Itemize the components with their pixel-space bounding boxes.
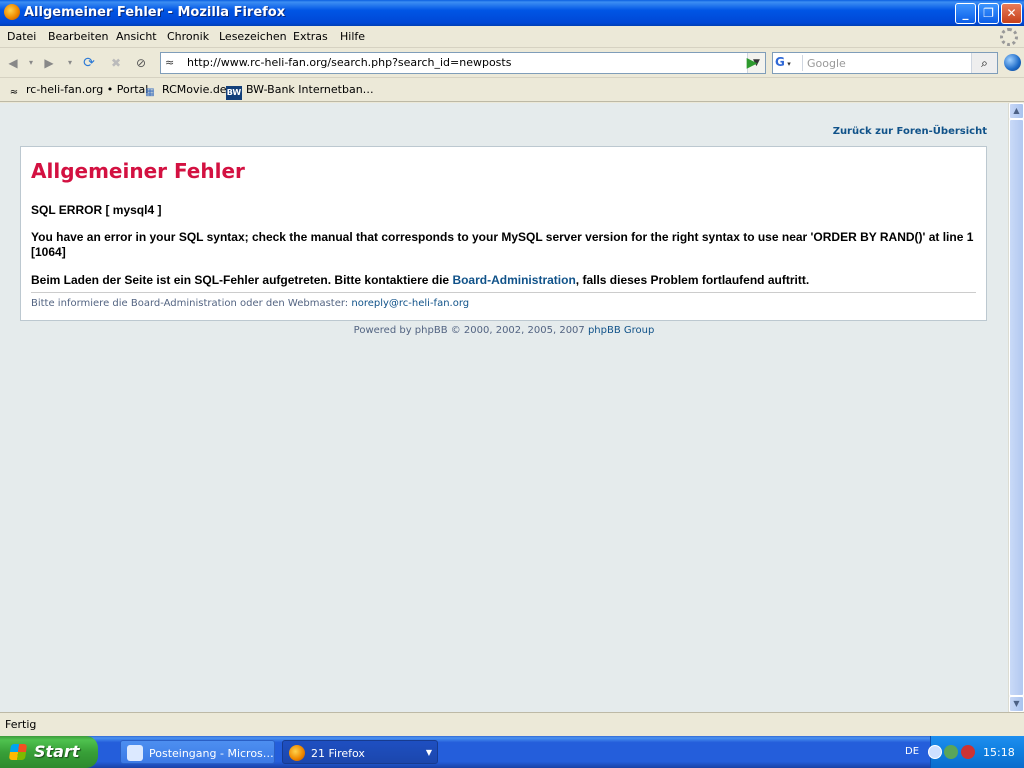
- heli-icon: ≈: [9, 87, 19, 98]
- menu-ansicht[interactable]: Ansicht: [116, 30, 157, 43]
- start-button[interactable]: Start: [0, 736, 98, 768]
- menu-lesezeichen[interactable]: Lesezeichen: [219, 30, 287, 43]
- close-button[interactable]: ✕: [1001, 3, 1022, 24]
- navigation-toolbar: ◀ ▾ ▶ ▾ ⟳ ✖ ⊘ ≈ http://www.rc-heli-fan.o…: [0, 49, 1024, 78]
- group-dropdown-icon[interactable]: ▼: [426, 748, 432, 757]
- error-panel: Allgemeiner Fehler SQL ERROR [ mysql4 ] …: [20, 146, 987, 321]
- phpbb-link[interactable]: phpBB Group: [588, 325, 654, 336]
- search-engine-icon[interactable]: G ▾: [775, 55, 803, 71]
- status-text: Fertig: [5, 718, 37, 731]
- system-tray: DE 15:18: [905, 736, 1024, 768]
- scroll-thumb[interactable]: [1009, 119, 1024, 696]
- search-icon[interactable]: ⌕: [971, 53, 997, 73]
- clock: 15:18: [983, 746, 1015, 759]
- menu-bearbeiten[interactable]: Bearbeiten: [48, 30, 108, 43]
- bookmark-rcmovie[interactable]: ▦ RCMovie.de: [142, 83, 226, 101]
- search-box[interactable]: G ▾ Google ⌕: [772, 52, 998, 74]
- scroll-up-icon[interactable]: ▲: [1009, 103, 1024, 119]
- home-icon[interactable]: ⊘: [132, 54, 150, 72]
- forward-history-icon[interactable]: ▾: [61, 54, 79, 72]
- page-title: Allgemeiner Fehler: [31, 159, 245, 183]
- site-favicon-icon: ≈: [165, 56, 175, 69]
- board-admin-link[interactable]: Board-Administration: [452, 273, 575, 287]
- firefox-icon[interactable]: [4, 4, 20, 20]
- error-message: You have an error in your SQL syntax; ch…: [31, 230, 974, 259]
- email-link[interactable]: noreply@rc-heli-fan.org: [351, 298, 469, 309]
- divider: [31, 292, 976, 293]
- bw-bank-icon: BW: [226, 86, 242, 100]
- menu-bar: Datei Bearbeiten Ansicht Chronik Lesezei…: [0, 26, 1024, 48]
- menu-hilfe[interactable]: Hilfe: [340, 30, 365, 43]
- windows-logo-icon: [8, 744, 28, 760]
- search-input[interactable]: Google: [807, 57, 846, 70]
- task-outlook[interactable]: Posteingang - Micros…: [120, 740, 275, 764]
- forward-icon[interactable]: ▶: [40, 54, 58, 72]
- restore-button[interactable]: ❐: [978, 3, 999, 24]
- network-icon[interactable]: [944, 745, 958, 759]
- clapper-icon: ▦: [145, 87, 155, 98]
- back-history-icon[interactable]: ▾: [22, 54, 40, 72]
- back-icon[interactable]: ◀: [4, 54, 22, 72]
- page-content: Zurück zur Foren-Übersicht Allgemeiner F…: [0, 103, 1008, 712]
- title-bar[interactable]: Allgemeiner Fehler - Mozilla Firefox _ ❐…: [0, 0, 1024, 26]
- task-firefox[interactable]: 21 Firefox ▼: [282, 740, 438, 764]
- globe-icon[interactable]: [1004, 54, 1021, 71]
- stop-icon[interactable]: ✖: [107, 54, 125, 72]
- tray-arrow-icon[interactable]: [928, 745, 942, 759]
- scroll-down-icon[interactable]: ▼: [1009, 696, 1024, 712]
- security-icon[interactable]: [961, 745, 975, 759]
- firefox-icon: [289, 745, 305, 761]
- firefox-window: Allgemeiner Fehler - Mozilla Firefox _ ❐…: [0, 0, 1024, 736]
- webmaster-note: Bitte informiere die Board-Administratio…: [31, 298, 470, 309]
- menu-datei[interactable]: Datei: [7, 30, 36, 43]
- back-to-index-link[interactable]: Zurück zur Foren-Übersicht: [833, 126, 987, 137]
- footer-powered-by: Powered by phpBB © 2000, 2002, 2005, 200…: [353, 325, 655, 336]
- bookmarks-toolbar: ≈ rc-heli-fan.org • Portal ▦ RCMovie.de BW…: [0, 79, 1024, 102]
- url-bar[interactable]: ≈ http://www.rc-heli-fan.org/search.php?…: [160, 52, 766, 74]
- bookmark-bw-bank[interactable]: BW BW-Bank Internetban…: [226, 83, 374, 100]
- bookmark-rc-heli-fan[interactable]: ≈ rc-heli-fan.org • Portal: [6, 83, 149, 101]
- reload-icon[interactable]: ⟳: [80, 54, 98, 72]
- menu-chronik[interactable]: Chronik: [167, 30, 209, 43]
- status-bar: Fertig: [0, 712, 1024, 736]
- url-text[interactable]: http://www.rc-heli-fan.org/search.php?se…: [187, 56, 511, 69]
- throbber-icon: [1000, 28, 1018, 46]
- loading-message: Beim Laden der Seite ist ein SQL-Fehler …: [31, 273, 810, 287]
- sql-error-label: SQL ERROR [ mysql4 ]: [31, 203, 162, 217]
- go-icon[interactable]: ▶: [743, 54, 761, 72]
- outlook-icon: [127, 745, 143, 761]
- window-title: Allgemeiner Fehler - Mozilla Firefox: [24, 5, 286, 20]
- taskbar: Start Posteingang - Micros… 21 Firefox ▼…: [0, 736, 1024, 768]
- minimize-button[interactable]: _: [955, 3, 976, 24]
- language-indicator[interactable]: DE: [905, 746, 919, 757]
- menu-extras[interactable]: Extras: [293, 30, 328, 43]
- vertical-scrollbar[interactable]: ▲ ▼: [1008, 103, 1024, 712]
